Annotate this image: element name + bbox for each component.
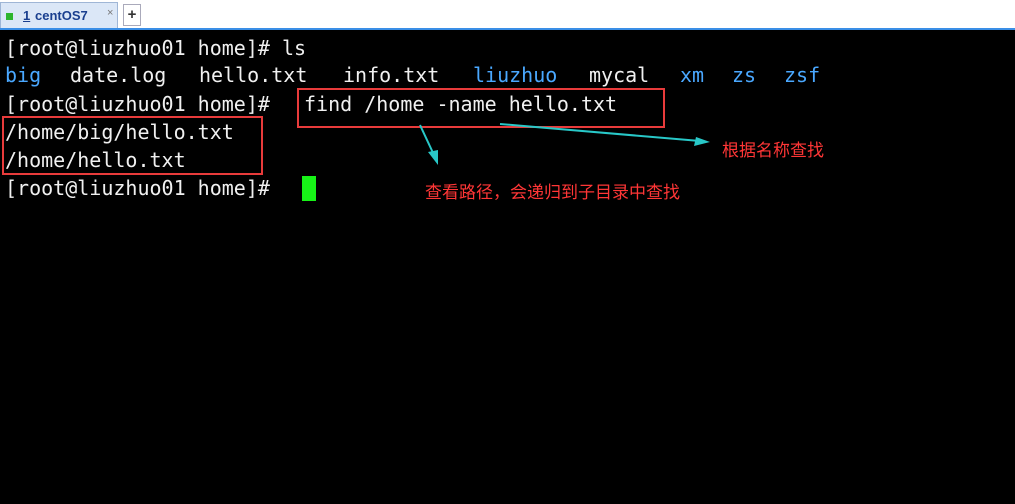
annotation-search-path: 查看路径，会递归到子目录中查找 (425, 183, 680, 203)
arrowhead-icon (694, 137, 710, 146)
annotation-by-name: 根据名称查找 (722, 141, 824, 161)
annotation-arrows (419, 123, 710, 165)
arrowhead-icon (428, 150, 438, 165)
arrow-line (499, 123, 701, 142)
arrow-line (419, 124, 435, 156)
